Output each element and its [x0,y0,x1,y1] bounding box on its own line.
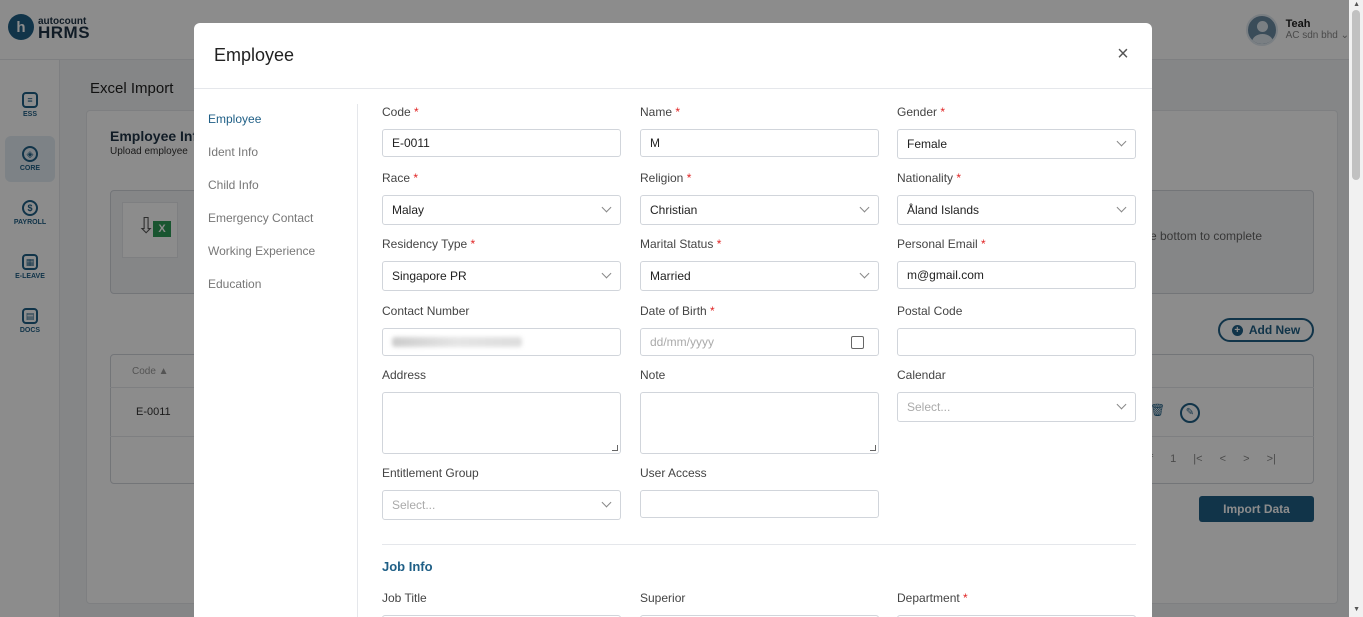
user-access-input[interactable] [640,490,879,518]
gender-select[interactable]: Female [897,129,1136,159]
tab-education[interactable]: Education [208,276,358,309]
postal-field: Postal Code [897,304,1136,356]
chevron-down-icon [601,497,612,508]
code-field: Code * E-0011 [382,105,621,157]
close-icon[interactable]: × [1112,43,1134,65]
tab-employee[interactable]: Employee [208,111,358,144]
code-input[interactable]: E-0011 [382,129,621,157]
section-divider [382,544,1136,545]
resize-handle[interactable] [612,445,618,451]
nationality-field: Nationality * Åland Islands [897,171,1136,225]
name-input[interactable]: M [640,129,879,157]
redacted-value [392,337,522,347]
gender-field: Gender * Female [897,105,1136,159]
department-field: Department * [897,591,1136,617]
marital-select[interactable]: Married [640,261,879,291]
superior-field: Superior [640,591,879,617]
religion-select[interactable]: Christian [640,195,879,225]
page-scrollbar[interactable]: ▲ ▼ [1349,0,1363,617]
chevron-down-icon [859,268,870,279]
email-field: Personal Email * m@gmail.com [897,237,1136,289]
employee-modal: Employee × Employee Ident Info Child Inf… [194,23,1152,617]
scroll-up-icon[interactable]: ▲ [1353,1,1360,8]
calendar-select[interactable]: Select... [897,392,1136,422]
marital-field: Marital Status * Married [640,237,879,291]
contact-input[interactable] [382,328,621,356]
address-textarea[interactable] [382,392,621,454]
chevron-down-icon [601,268,612,279]
note-textarea[interactable] [640,392,879,454]
dob-input[interactable]: dd/mm/yyyy [640,328,879,356]
modal-header: Employee × [194,23,1152,89]
calendar-icon[interactable] [851,336,864,349]
residency-select[interactable]: Singapore PR [382,261,621,291]
name-field: Name * M [640,105,879,157]
calendar-field: Calendar Select... [897,368,1136,422]
job-info-title: Job Info [382,559,433,574]
modal-title: Employee [214,45,295,65]
address-field: Address [382,368,621,454]
dob-field: Date of Birth * dd/mm/yyyy [640,304,879,356]
scroll-down-icon[interactable]: ▼ [1353,606,1360,613]
entitlement-select[interactable]: Select... [382,490,621,520]
chevron-down-icon [1116,202,1127,213]
tab-working-experience[interactable]: Working Experience [208,243,358,276]
tab-child-info[interactable]: Child Info [208,177,358,210]
chevron-down-icon [1116,399,1127,410]
race-field: Race * Malay [382,171,621,225]
resize-handle[interactable] [870,445,876,451]
note-field: Note [640,368,879,454]
user-access-field: User Access [640,466,879,518]
scroll-thumb[interactable] [1352,10,1360,180]
tabs-divider [357,104,358,617]
chevron-down-icon [601,202,612,213]
chevron-down-icon [1116,136,1127,147]
modal-tabs: Employee Ident Info Child Info Emergency… [208,111,358,309]
religion-field: Religion * Christian [640,171,879,225]
entitlement-field: Entitlement Group Select... [382,466,621,520]
residency-field: Residency Type * Singapore PR [382,237,621,291]
postal-input[interactable] [897,328,1136,356]
chevron-down-icon [859,202,870,213]
tab-emergency-contact[interactable]: Emergency Contact [208,210,358,243]
contact-field: Contact Number [382,304,621,356]
nationality-select[interactable]: Åland Islands [897,195,1136,225]
email-input[interactable]: m@gmail.com [897,261,1136,289]
job-title-field: Job Title [382,591,621,617]
tab-ident-info[interactable]: Ident Info [208,144,358,177]
race-select[interactable]: Malay [382,195,621,225]
